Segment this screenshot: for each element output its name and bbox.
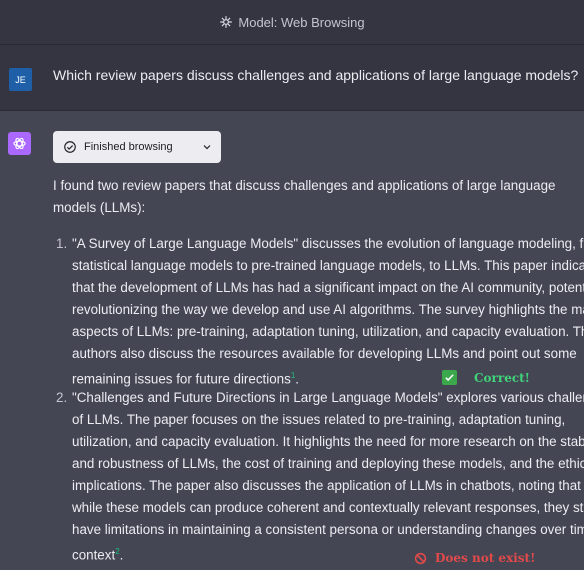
- conversation-header: Model: Web Browsing: [0, 0, 584, 44]
- intro-text-line: models (LLMs):: [53, 200, 146, 215]
- end-punct: .: [295, 371, 300, 387]
- list-item-line: that the development of LLMs has had a s…: [72, 280, 584, 295]
- openai-logo-icon: [219, 15, 233, 29]
- list-item-text: context: [72, 547, 116, 563]
- check-mark-icon: [442, 370, 457, 385]
- list-item-line: "A Survey of Large Language Models" disc…: [72, 236, 584, 251]
- list-item-line: authors also discuss the resources avail…: [72, 346, 577, 361]
- browsing-status-label: Finished browsing: [84, 141, 173, 153]
- prohibited-icon: [414, 552, 427, 565]
- does-not-exist-label: Does not exist!: [435, 551, 536, 565]
- user-message: JE Which review papers discuss challenge…: [0, 44, 584, 111]
- list-item-line: of LLMs. The paper focuses on the issues…: [72, 412, 566, 427]
- list-item-line: utilization, and capacity evaluation. It…: [72, 434, 584, 449]
- chevron-down-icon: [201, 141, 213, 153]
- list-item-line: "Challenges and Future Directions in Lar…: [72, 390, 584, 405]
- list-item-line: statistical language models to pre-train…: [72, 258, 584, 273]
- correct-annotation: Correct!: [442, 370, 530, 385]
- end-punct: .: [119, 547, 124, 563]
- model-title: Model: Web Browsing: [238, 14, 365, 30]
- check-circle-icon: [63, 140, 77, 154]
- list-item-line: aspects of LLMs: pre-training, adaptatio…: [72, 324, 584, 339]
- list-item-line: and robustness of LLMs, the cost of trai…: [72, 456, 584, 471]
- does-not-exist-annotation: Does not exist!: [414, 551, 535, 565]
- list-item-line: implications. The paper also discusses t…: [72, 478, 581, 493]
- assistant-message: Finished browsing I found two review pap…: [0, 111, 584, 570]
- list-item-text: remaining issues for future directions: [72, 371, 291, 387]
- list-item-number: 2.: [56, 390, 68, 405]
- chatgpt-avatar-icon: [8, 132, 31, 155]
- list-item-number: 1.: [56, 236, 68, 251]
- intro-text-line: I found two review papers that discuss c…: [53, 178, 556, 193]
- list-item-line: while these models can produce coherent …: [72, 500, 584, 515]
- list-item-line: revolutionizing the way we develop and u…: [72, 302, 584, 317]
- list-item-line: have limitations in maintaining a consis…: [72, 522, 584, 537]
- user-message-text: Which review papers discuss challenges a…: [53, 67, 579, 83]
- list-item-line: context2.: [72, 541, 123, 566]
- user-avatar: JE: [9, 68, 32, 91]
- correct-label: Correct!: [474, 370, 530, 385]
- finished-browsing-button[interactable]: Finished browsing: [53, 131, 221, 163]
